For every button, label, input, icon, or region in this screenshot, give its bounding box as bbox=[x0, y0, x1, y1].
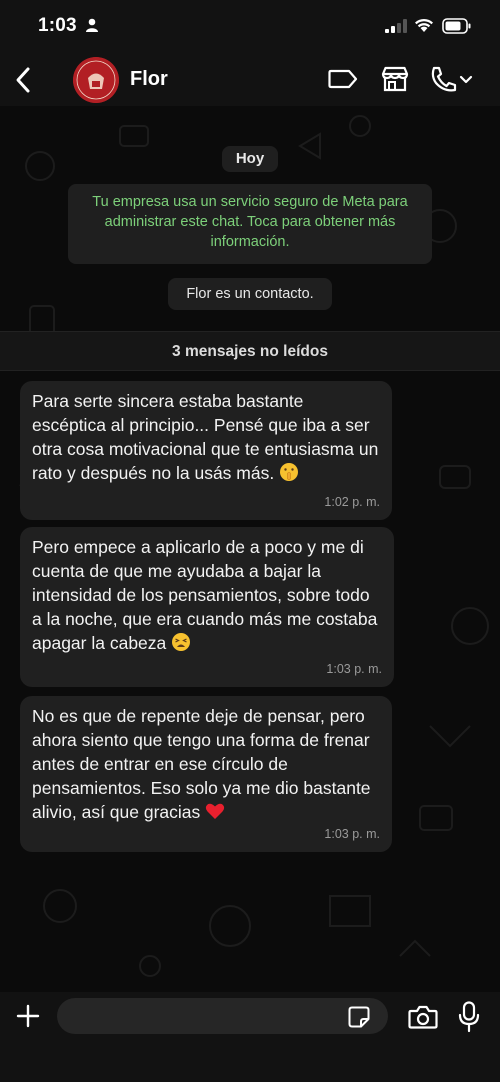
contact-name[interactable]: Flor bbox=[130, 68, 168, 91]
message-bubble[interactable]: No es que de repente deje de pensar, per… bbox=[20, 696, 392, 852]
wifi-icon bbox=[415, 18, 433, 32]
message-time: 1:02 p. m. bbox=[324, 495, 380, 509]
message-input-bar bbox=[0, 992, 500, 1082]
cellular-signal-icon bbox=[385, 19, 407, 33]
chat-area[interactable]: Hoy Tu empresa usa un servicio seguro de… bbox=[0, 106, 500, 992]
message-text: Para serte sincera estaba bastante escép… bbox=[32, 391, 379, 483]
unread-messages-divider: 3 mensajes no leídos bbox=[0, 331, 500, 371]
plus-attach-icon[interactable] bbox=[16, 1004, 40, 1028]
back-arrow-icon[interactable] bbox=[14, 66, 32, 94]
status-bar: 1:03 bbox=[0, 0, 500, 54]
brand-logo bbox=[73, 57, 119, 103]
message-text: No es que de repente deje de pensar, per… bbox=[32, 706, 371, 822]
camera-icon[interactable] bbox=[408, 1004, 438, 1030]
microphone-icon[interactable] bbox=[458, 1001, 480, 1033]
catalog-store-icon[interactable] bbox=[380, 65, 410, 93]
message-time: 1:03 p. m. bbox=[324, 827, 380, 841]
message-text: Pero empece a aplicarlo de a poco y me d… bbox=[32, 537, 378, 653]
message-input[interactable] bbox=[57, 998, 388, 1034]
message-bubble[interactable]: Pero empece a aplicarlo de a poco y me d… bbox=[20, 527, 394, 687]
shushing-face-emoji-icon bbox=[280, 463, 299, 481]
label-tag-icon[interactable] bbox=[328, 67, 358, 91]
status-time: 1:03 bbox=[38, 15, 77, 36]
person-icon bbox=[86, 18, 98, 32]
security-notice[interactable]: Tu empresa usa un servicio seguro de Met… bbox=[68, 184, 432, 264]
call-phone-icon[interactable] bbox=[428, 65, 474, 93]
chat-header: Flor bbox=[0, 54, 500, 106]
message-bubble[interactable]: Para serte sincera estaba bastante escép… bbox=[20, 381, 392, 520]
red-heart-emoji-icon bbox=[206, 803, 225, 819]
date-separator: Hoy bbox=[222, 146, 278, 172]
contact-notice: Flor es un contacto. bbox=[168, 278, 332, 310]
tired-face-emoji-icon bbox=[172, 633, 191, 651]
battery-icon bbox=[442, 18, 471, 34]
message-time: 1:03 p. m. bbox=[326, 662, 382, 676]
sticker-icon[interactable] bbox=[348, 1006, 370, 1028]
avatar[interactable] bbox=[73, 57, 119, 103]
